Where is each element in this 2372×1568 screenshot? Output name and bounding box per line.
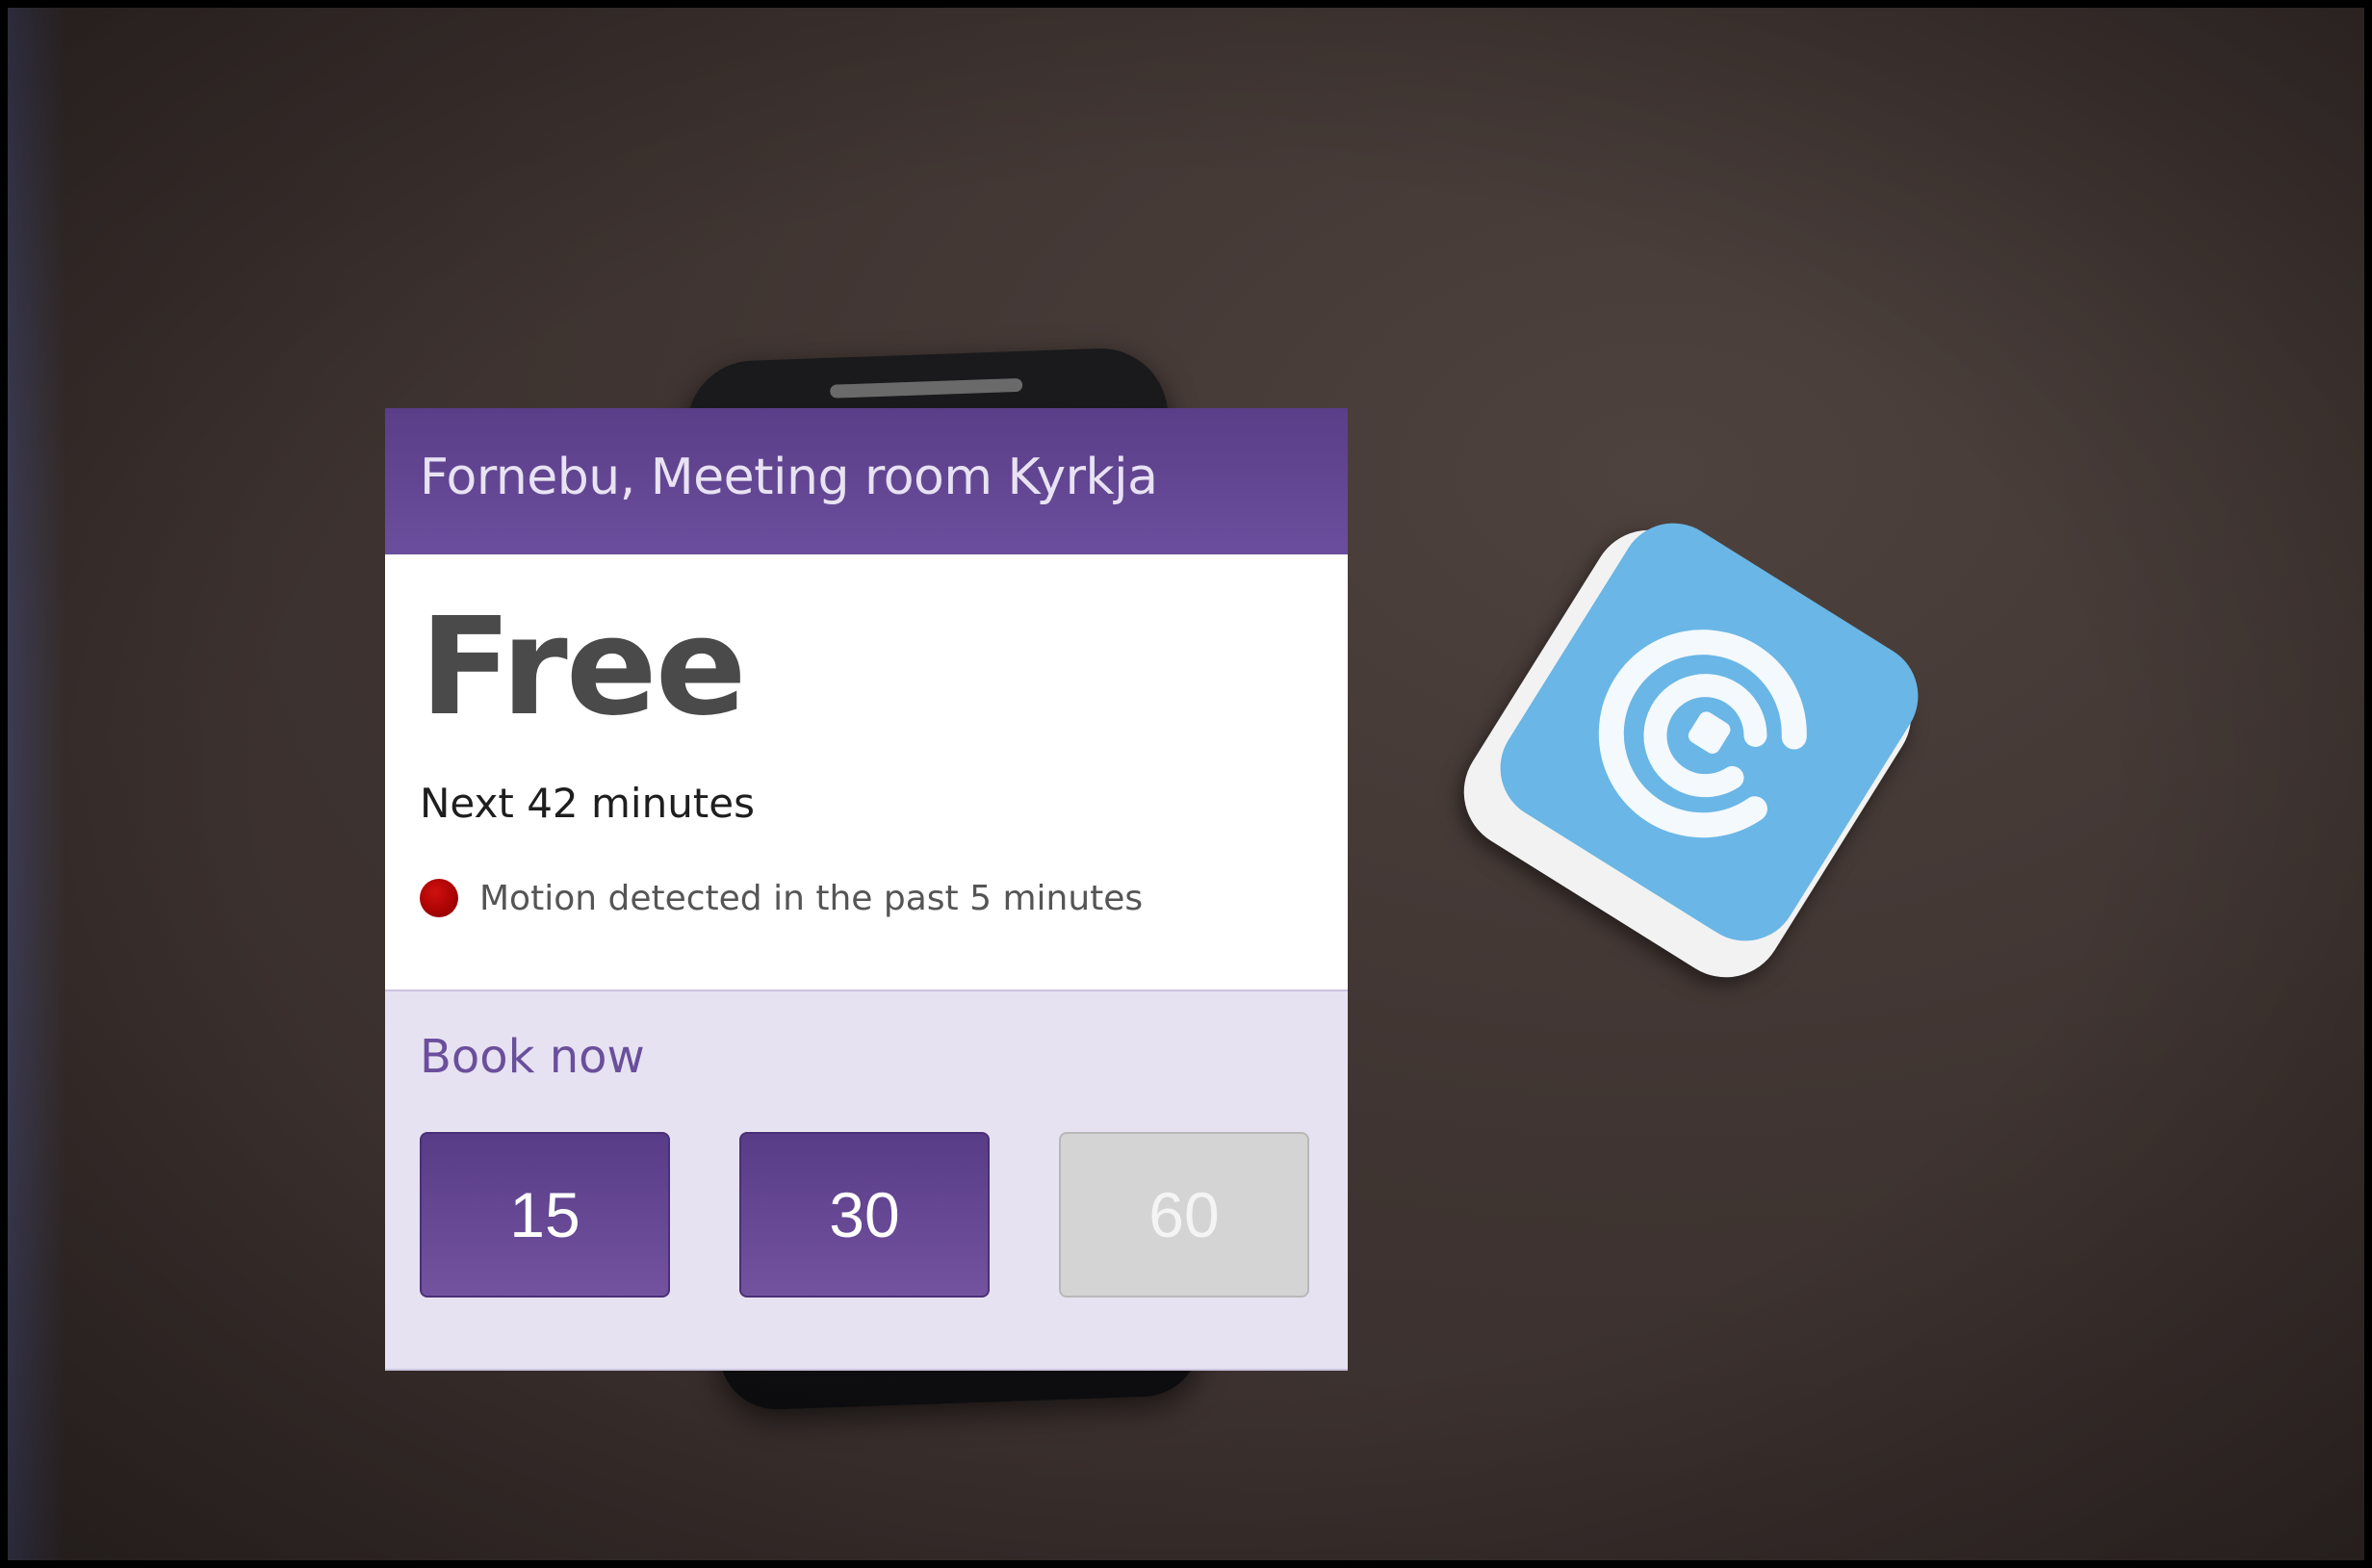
booking-bottom-border — [385, 1369, 1348, 1371]
slide-background: Fornebu, Meeting room Kyrkja Free Next 4… — [0, 0, 2372, 1568]
booking-label: Book now — [420, 1030, 645, 1084]
booking-section: Book now 15 30 60 — [385, 990, 1348, 1371]
book-15-button[interactable]: 15 — [420, 1132, 670, 1298]
left-edge-glow — [8, 8, 65, 1560]
motion-status-text: Motion detected in the past 5 minutes — [479, 878, 1144, 918]
motion-indicator-row: Motion detected in the past 5 minutes — [420, 874, 1143, 922]
book-30-button[interactable]: 30 — [739, 1132, 990, 1298]
motion-status-dot-icon — [420, 879, 458, 917]
card-header: Fornebu, Meeting room Kyrkja — [385, 408, 1348, 554]
location-title: Fornebu, Meeting room Kyrkja — [420, 449, 1158, 506]
availability-duration: Next 42 minutes — [420, 780, 755, 827]
room-status-card: Fornebu, Meeting room Kyrkja Free Next 4… — [385, 408, 1348, 1371]
phone-speaker — [830, 377, 1023, 398]
availability-status: Free — [420, 589, 747, 746]
beacon-logo-icon — [1480, 502, 1939, 962]
book-60-button: 60 — [1059, 1132, 1309, 1298]
